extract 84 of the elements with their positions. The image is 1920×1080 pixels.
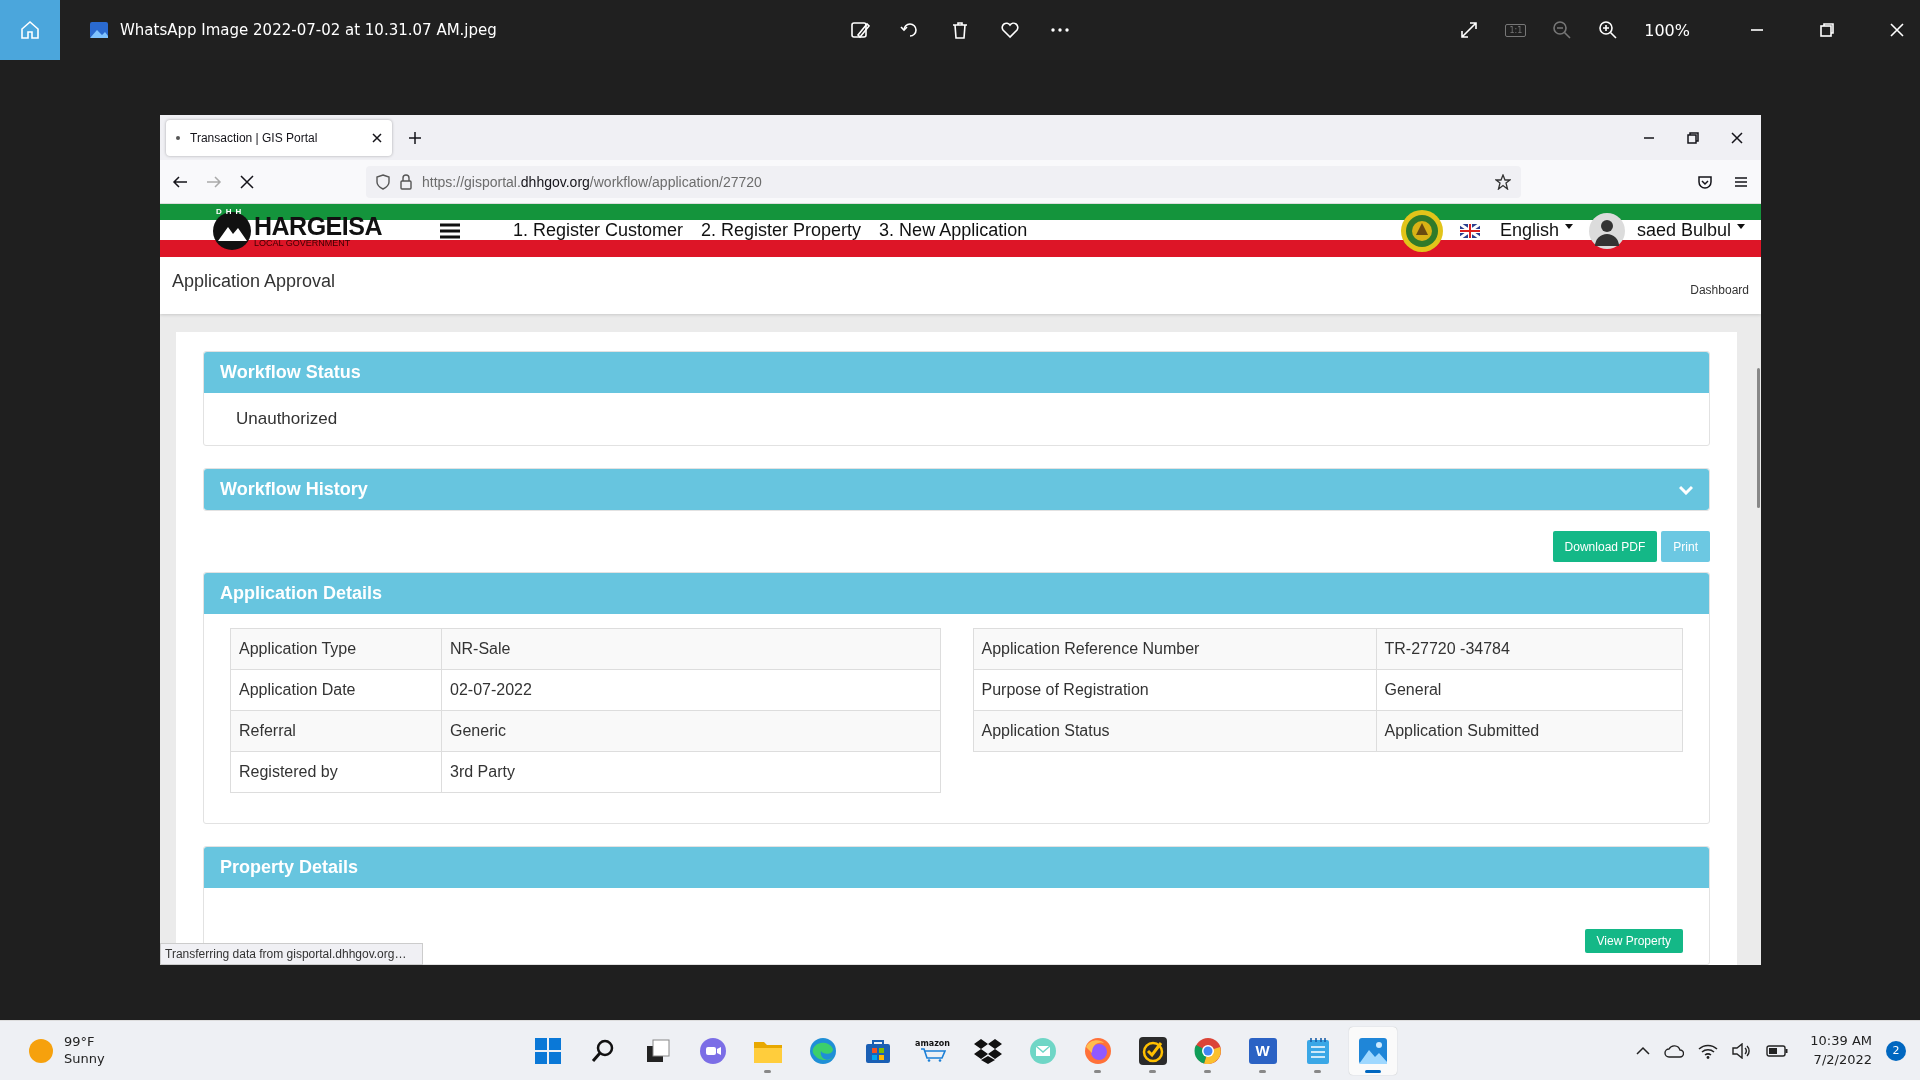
zoom-out-icon[interactable] (1552, 20, 1573, 40)
heart-icon[interactable] (1000, 20, 1020, 40)
logo-title: HARGEISA (254, 213, 382, 239)
delete-icon[interactable] (950, 20, 970, 40)
workflow-status-text: Unauthorized (236, 409, 338, 428)
clock[interactable]: 10:39 AM 7/2/2022 (1810, 1031, 1872, 1070)
table-cell: Generic (441, 710, 940, 752)
expand-icon[interactable] (1459, 20, 1480, 40)
table-cell: TR-27720 -34784 (1376, 628, 1683, 670)
battery-icon[interactable] (1766, 1044, 1789, 1057)
image-file-icon (90, 22, 108, 38)
wifi-icon[interactable] (1698, 1042, 1719, 1059)
mountain-logo-icon (212, 210, 252, 251)
table-cell: Purpose of Registration (973, 669, 1376, 711)
checkmark-icon[interactable] (1138, 1036, 1167, 1065)
section-header: Workflow Status (204, 352, 1709, 393)
table-cell: Application Submitted (1376, 710, 1683, 752)
document-app-icon[interactable]: W (1248, 1037, 1277, 1064)
ring-logo-icon[interactable] (1193, 1036, 1222, 1065)
status-text: Transferring data from gisportal.dhhgov.org… (160, 943, 424, 965)
star-icon[interactable] (1495, 173, 1511, 190)
shield-icon (376, 173, 390, 190)
edit-image-icon[interactable] (850, 20, 870, 40)
table-cell: 02-07-2022 (441, 669, 940, 711)
seal-icon (1399, 208, 1444, 253)
browser-tab[interactable]: Transaction | GIS Portal (166, 119, 392, 156)
search-icon[interactable] (589, 1037, 616, 1064)
section-header: Property Details (204, 847, 1709, 888)
notification-badge[interactable]: 2 (1886, 1040, 1906, 1061)
window-title: WhatsApp Image 2022-07-02 at 10.31.07 AM.jpeg (120, 21, 497, 39)
logo-subtitle: LOCAL GOVERNMENT (254, 238, 352, 248)
address-bar[interactable]: https://gisportal.dhhgov.org/workflow/application/27720 (366, 165, 1521, 198)
weather-temperature: 99°F (64, 1033, 96, 1051)
breadcrumb-link[interactable]: Dashboard (1690, 282, 1749, 297)
flag-icon (1459, 223, 1480, 238)
user-menu[interactable]: saed Bulbul (1588, 212, 1745, 249)
nav-link[interactable]: 1. Register Customer (512, 220, 684, 241)
table-cell: Application Reference Number (973, 628, 1376, 670)
weather-condition: Sunny (64, 1050, 105, 1068)
new-tab-icon[interactable] (408, 130, 422, 145)
shop-label: amazon (915, 1039, 950, 1048)
fox-globe-icon[interactable] (1083, 1036, 1112, 1065)
box-logo-icon[interactable] (973, 1037, 1002, 1064)
nav-link[interactable]: 3. New Application (879, 220, 1028, 241)
cloud-icon[interactable] (1664, 1043, 1685, 1058)
shopping-cart-icon[interactable] (919, 1048, 946, 1062)
table-cell: Referral (230, 710, 442, 752)
wave-logo-icon[interactable] (808, 1036, 837, 1065)
actual-size-button[interactable]: 1:1 (1505, 23, 1527, 37)
landscape-icon[interactable] (1358, 1037, 1387, 1064)
notepad-icon[interactable] (1305, 1036, 1330, 1065)
restore-icon[interactable] (1687, 131, 1699, 144)
nav-link[interactable]: 2. Register Property (701, 220, 862, 241)
video-chat-icon[interactable] (698, 1036, 727, 1065)
close-icon[interactable] (1731, 131, 1743, 144)
back-icon[interactable] (172, 173, 188, 190)
table-cell: Registered by (230, 751, 442, 793)
table-cell: Application Date (230, 669, 442, 711)
home-icon (19, 19, 41, 41)
table-cell: General (1376, 669, 1683, 711)
zoom-in-icon[interactable] (1598, 20, 1619, 40)
rotate-icon[interactable] (900, 20, 920, 40)
lock-icon (400, 173, 412, 190)
store-icon[interactable] (864, 1037, 891, 1064)
menu-icon[interactable] (439, 222, 460, 239)
speaker-icon[interactable] (1732, 1042, 1753, 1059)
table-cell: 3rd Party (441, 751, 940, 793)
windows-logo-icon[interactable] (534, 1037, 561, 1064)
table-cell: NR-Sale (441, 628, 940, 670)
chevron-up-icon[interactable] (1636, 1045, 1651, 1056)
tab-close-icon[interactable] (372, 132, 382, 143)
zoom-level: 100% (1644, 20, 1690, 40)
pocket-icon[interactable] (1697, 173, 1713, 190)
table-cell: Application Status (973, 710, 1376, 752)
section-header: Application Details (204, 573, 1709, 614)
restore-icon[interactable] (1820, 23, 1834, 37)
language-dropdown[interactable]: English (1459, 220, 1573, 241)
sun-icon (28, 1037, 54, 1064)
task-view-icon[interactable] (644, 1037, 671, 1064)
table-cell: Application Type (230, 628, 442, 670)
logo-badge-text: DHH (216, 206, 246, 216)
page-title: Application Approval (172, 271, 336, 292)
avatar-icon (1588, 212, 1625, 249)
stop-icon[interactable] (240, 174, 254, 189)
